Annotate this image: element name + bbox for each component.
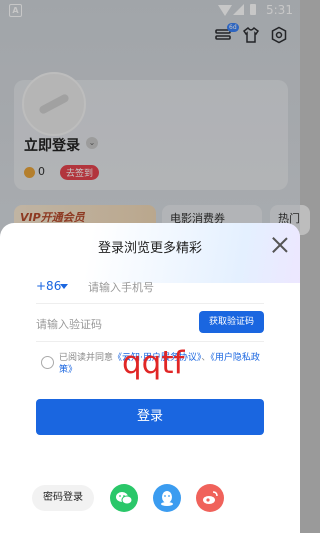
weibo-icon[interactable] xyxy=(196,484,224,512)
get-code-button[interactable]: 获取验证码 xyxy=(199,311,264,333)
agree-prefix: 已阅读并同意 xyxy=(59,353,114,363)
country-code-selector[interactable]: +86 xyxy=(36,279,61,293)
agree-radio[interactable] xyxy=(41,356,54,369)
qq-icon[interactable] xyxy=(153,484,181,512)
sheet-title: 登录浏览更多精彩 xyxy=(97,241,202,256)
phone-input[interactable]: 请输入手机号 xyxy=(88,279,154,295)
close-icon[interactable] xyxy=(270,235,290,255)
login-bottom-sheet: 登录浏览更多精彩 +86 请输入手机号 请输入验证码 获取验证码 已阅读并同意《… xyxy=(0,223,300,533)
wechat-icon[interactable] xyxy=(110,484,138,512)
phone-divider xyxy=(36,303,264,304)
watermark-text: qqtf xyxy=(122,345,185,381)
code-divider xyxy=(36,341,264,342)
verification-code-input[interactable]: 请输入验证码 xyxy=(36,316,102,332)
password-login-button[interactable]: 密码登录 xyxy=(32,485,94,511)
login-button[interactable]: 登录 xyxy=(36,399,264,435)
chevron-down-icon[interactable] xyxy=(60,284,68,289)
